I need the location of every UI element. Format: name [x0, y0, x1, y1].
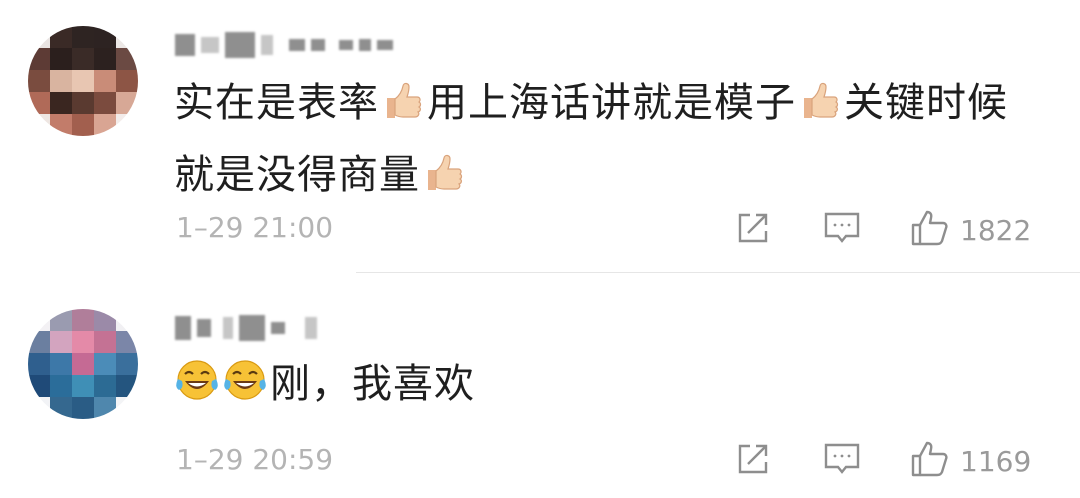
action-bar: 1169 — [730, 441, 1040, 481]
comment-item: 刚，我喜欢 1–29 20:59 1169 — [0, 275, 1080, 498]
like-count: 1822 — [960, 213, 1032, 247]
comment-divider — [356, 272, 1080, 273]
avatar[interactable] — [28, 309, 138, 419]
like-count: 1169 — [960, 444, 1032, 478]
like-button[interactable]: 1169 — [910, 441, 1031, 481]
thumbs-up-icon — [800, 76, 840, 142]
username-blurred[interactable] — [175, 30, 393, 60]
comment-text: 实在是表率 用上海话讲就是模子 关键时候就是没得商量 — [174, 70, 1040, 214]
timestamp: 1–29 20:59 — [176, 443, 334, 476]
share-icon — [734, 440, 772, 482]
tears-of-joy-icon — [222, 357, 268, 423]
timestamp: 1–29 21:00 — [176, 211, 334, 244]
thumbs-up-icon — [424, 148, 464, 214]
share-button[interactable] — [734, 210, 772, 250]
thumbs-up-outline-icon — [910, 439, 950, 483]
reply-button[interactable] — [822, 210, 862, 250]
comment-icon — [822, 209, 862, 251]
tears-of-joy-icon — [174, 357, 220, 423]
comment-text-part: 刚，我喜欢 — [270, 361, 475, 407]
action-bar: 1822 — [730, 210, 1040, 250]
share-button[interactable] — [734, 441, 772, 481]
reply-button[interactable] — [822, 441, 862, 481]
share-icon — [734, 209, 772, 251]
comment-icon — [822, 440, 862, 482]
comment-text: 刚，我喜欢 — [174, 351, 1040, 423]
thumbs-up-icon — [383, 76, 423, 142]
like-button[interactable]: 1822 — [910, 210, 1031, 250]
comment-item: 实在是表率 用上海话讲就是模子 关键时候就是没得商量 1–29 21:00 1822 — [0, 0, 1080, 272]
username-blurred[interactable] — [175, 313, 317, 343]
thumbs-up-outline-icon — [910, 208, 950, 252]
comment-text-part: 实在是表率 — [174, 80, 379, 126]
comment-text-part: 用上海话讲就是模子 — [427, 80, 796, 126]
avatar[interactable] — [28, 26, 138, 136]
